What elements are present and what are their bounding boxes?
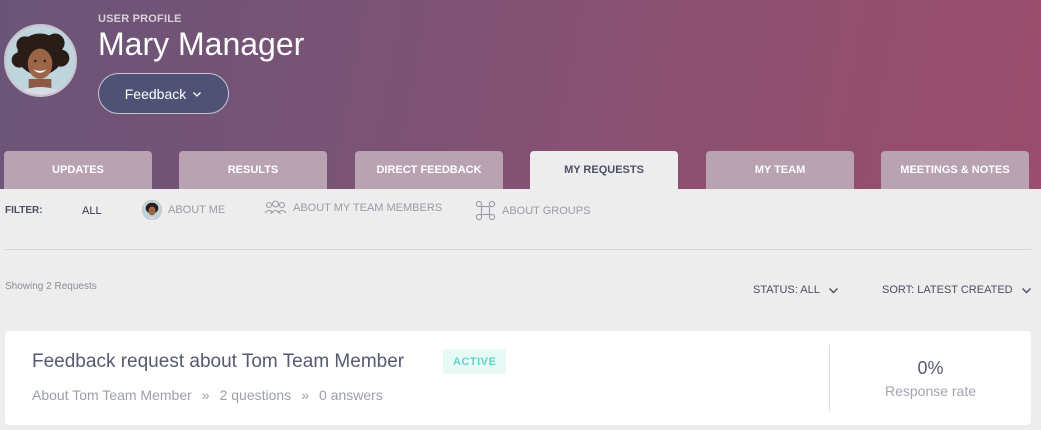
- request-count: Showing 2 Requests: [5, 281, 97, 292]
- profile-section-label: USER PROFILE: [98, 13, 182, 25]
- chevron-down-icon: [1021, 287, 1031, 293]
- chevron-down-icon: [193, 91, 202, 97]
- tab-label: MY REQUESTS: [564, 164, 644, 176]
- request-meta: About Tom Team Member » 2 questions » 0 …: [32, 387, 383, 403]
- filter-all[interactable]: ALL: [82, 205, 102, 217]
- avatar: [4, 24, 77, 97]
- response-rate-value: 0%: [917, 358, 944, 378]
- tab-my-team[interactable]: MY TEAM: [706, 151, 854, 189]
- request-questions: 2 questions: [219, 387, 292, 403]
- tab-updates[interactable]: UPDATES: [4, 151, 152, 189]
- feedback-button-label: Feedback: [124, 85, 187, 102]
- request-card[interactable]: Feedback request about Tom Team Member A…: [5, 331, 1031, 425]
- tab-meetings-notes[interactable]: MEETINGS & NOTES: [881, 151, 1029, 189]
- tab-label: UPDATES: [52, 164, 104, 176]
- status-dropdown[interactable]: STATUS: ALL: [753, 284, 839, 296]
- filter-label: FILTER:: [5, 205, 43, 216]
- status-dropdown-label: STATUS: ALL: [753, 284, 820, 296]
- meta-separator: »: [201, 387, 210, 403]
- request-answers: 0 answers: [318, 387, 383, 403]
- filter-about-me-label: ABOUT ME: [168, 204, 226, 216]
- filter-about-groups-label: ABOUT GROUPS: [502, 204, 591, 217]
- tab-direct-feedback[interactable]: DIRECT FEEDBACK: [355, 151, 503, 189]
- tab-label: RESULTS: [227, 164, 279, 176]
- request-about: About Tom Team Member: [32, 387, 192, 403]
- status-badge: ACTIVE: [443, 349, 507, 374]
- request-title[interactable]: Feedback request about Tom Team Member: [32, 351, 404, 373]
- tab-label: MY TEAM: [754, 164, 806, 176]
- sort-dropdown-label: SORT: LATEST CREATED: [882, 284, 1013, 296]
- filter-about-team-label: ABOUT MY TEAM MEMBERS: [293, 202, 443, 214]
- avatar: [142, 200, 162, 220]
- filter-bar: FILTER: ALL ABOUT ME ABOUT MY TEAM MEMBE…: [0, 189, 1041, 233]
- chevron-down-icon: [828, 287, 838, 293]
- tab-label: DIRECT FEEDBACK: [376, 164, 482, 176]
- filter-about-groups[interactable]: ABOUT GROUPS: [475, 200, 590, 221]
- filter-about-me[interactable]: ABOUT ME: [142, 200, 225, 220]
- feedback-button[interactable]: Feedback: [98, 73, 229, 114]
- groups-icon: [475, 200, 496, 221]
- response-rate-label: Response rate: [884, 383, 977, 399]
- profile-name: Mary Manager: [98, 26, 305, 62]
- tab-results[interactable]: RESULTS: [179, 151, 327, 189]
- filter-about-team-members[interactable]: ABOUT MY TEAM MEMBERS: [264, 200, 442, 216]
- tab-my-requests[interactable]: MY REQUESTS: [530, 151, 678, 189]
- divider: [5, 249, 1031, 250]
- meta-separator: »: [301, 387, 309, 403]
- team-members-icon: [264, 200, 287, 215]
- sort-dropdown[interactable]: SORT: LATEST CREATED: [882, 284, 1032, 296]
- tab-label: MEETINGS & NOTES: [900, 164, 1010, 176]
